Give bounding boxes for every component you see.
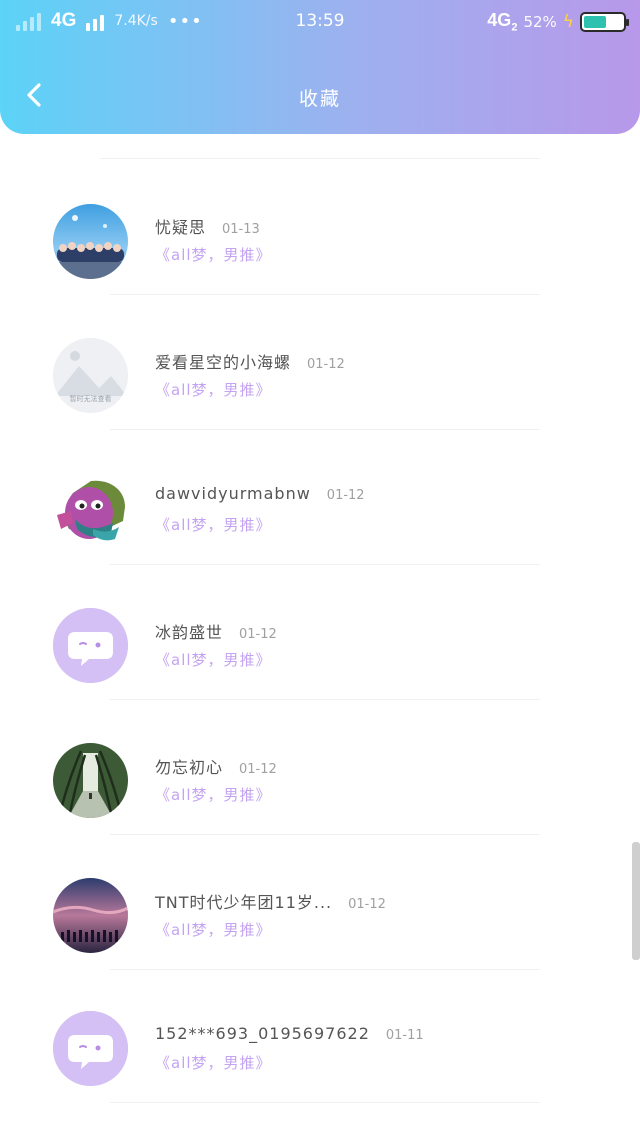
list-item[interactable]: 暂时无法查看 爱看星空的小海螺 01-12 《all梦，男推》	[0, 315, 640, 450]
date: 01-12	[239, 762, 277, 777]
divider	[110, 429, 540, 430]
page-title: 收藏	[298, 88, 341, 110]
date: 01-12	[348, 897, 386, 912]
nickname: TNT时代少年团11岁...	[155, 893, 333, 912]
divider	[110, 564, 540, 565]
list-item[interactable]: 忧疑思 01-13 《all梦，男推》	[0, 180, 640, 315]
message-preview: 《all梦，男推》	[155, 651, 272, 669]
placeholder-caption: 暂时无法查看	[70, 394, 112, 403]
divider	[110, 1102, 540, 1103]
list-item[interactable]: dawvidyurmabnw 01-12 《all梦，男推》	[0, 450, 640, 585]
date: 01-13	[222, 222, 260, 237]
nickname: 冰韵盛世	[155, 623, 224, 642]
divider	[100, 158, 540, 159]
date: 01-11	[385, 1028, 424, 1043]
message-preview: 《all梦，男推》	[155, 786, 272, 804]
scrollbar[interactable]	[632, 842, 640, 960]
message-preview: 《all梦，男推》	[155, 921, 272, 939]
avatar[interactable]	[53, 743, 128, 818]
nickname: 忧疑思	[155, 218, 207, 237]
status-bar: 4G 7.4K/s ••• 13:59 4G2 52% ϟ	[0, 0, 640, 44]
group-photo-avatar	[53, 204, 128, 279]
message-preview: 《all梦，男推》	[155, 1054, 272, 1072]
nickname: dawvidyurmabnw	[155, 484, 311, 503]
divider	[110, 699, 540, 700]
avatar[interactable]	[53, 878, 128, 953]
sunset-crowd-avatar	[53, 878, 128, 953]
date: 01-12	[326, 488, 365, 503]
header-bar: 4G 7.4K/s ••• 13:59 4G2 52% ϟ 收藏	[0, 0, 640, 134]
message-preview: 《all梦，男推》	[155, 516, 272, 534]
cartoon-face-avatar	[57, 480, 125, 541]
battery-fill	[584, 15, 606, 28]
avatar[interactable]	[53, 608, 128, 683]
message-preview: 《all梦，男推》	[155, 381, 272, 399]
default-chat-avatar-icon	[53, 1011, 128, 1086]
divider	[110, 294, 540, 295]
network-type-secondary: 4G2	[487, 10, 517, 34]
avatar[interactable]	[53, 473, 128, 548]
network-type-secondary-label: 4G	[487, 10, 512, 30]
network-type-secondary-sub: 2	[511, 21, 518, 34]
tree-tunnel-avatar	[53, 743, 128, 818]
date: 01-12	[239, 627, 277, 642]
list-item[interactable]: 勿忘初心 01-12 《all梦，男推》	[0, 720, 640, 855]
avatar[interactable]: 暂时无法查看	[53, 338, 128, 413]
message-preview: 《all梦，男推》	[155, 246, 272, 264]
nickname: 152***693_0195697622	[155, 1024, 370, 1043]
divider	[110, 834, 540, 835]
nickname: 勿忘初心	[155, 758, 224, 777]
charging-bolt-icon: ϟ	[562, 11, 574, 32]
list-item[interactable]: 152***693_0195697622 01-11 《all梦，男推》	[0, 990, 640, 1125]
nickname: 爱看星空的小海螺	[155, 353, 292, 372]
list-item[interactable]: TNT时代少年团11岁... 01-12 《all梦，男推》	[0, 855, 640, 990]
divider	[110, 969, 540, 970]
battery-icon	[580, 11, 629, 32]
avatar[interactable]	[53, 204, 128, 279]
image-placeholder-icon: 暂时无法查看	[53, 338, 128, 413]
battery-percent: 52%	[523, 12, 557, 31]
list-item[interactable]: 冰韵盛世 01-12 《all梦，男推》	[0, 585, 640, 720]
date: 01-12	[307, 357, 345, 372]
default-chat-avatar-icon	[53, 608, 128, 683]
avatar[interactable]	[53, 1011, 128, 1086]
